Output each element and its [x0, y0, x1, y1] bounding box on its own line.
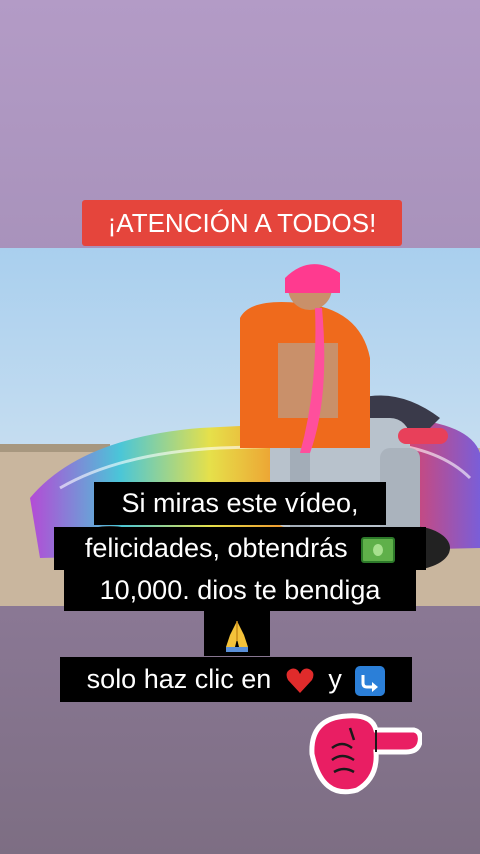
dollar-banknote-icon	[361, 536, 396, 563]
share-arrow-icon	[355, 665, 386, 696]
caption-line-3: 10,000. dios te bendiga	[64, 569, 416, 611]
caption-line-5-middle: y	[328, 664, 342, 694]
attention-banner: ¡ATENCIÓN A TODOS!	[82, 200, 402, 246]
caption-line-5: solo haz clic en y	[60, 657, 412, 702]
caption-line-4	[204, 610, 270, 656]
caption-line-1: Si miras este vídeo,	[94, 482, 386, 525]
red-heart-icon	[286, 668, 314, 693]
folded-hands-icon	[226, 620, 248, 652]
caption-line-5-prefix: solo haz clic en	[86, 664, 272, 694]
caption-line-2-text: felicidades, obtendrás	[84, 533, 348, 563]
caption-line-2: felicidades, obtendrás	[54, 527, 426, 570]
pointing-hand-sticker	[309, 713, 422, 795]
